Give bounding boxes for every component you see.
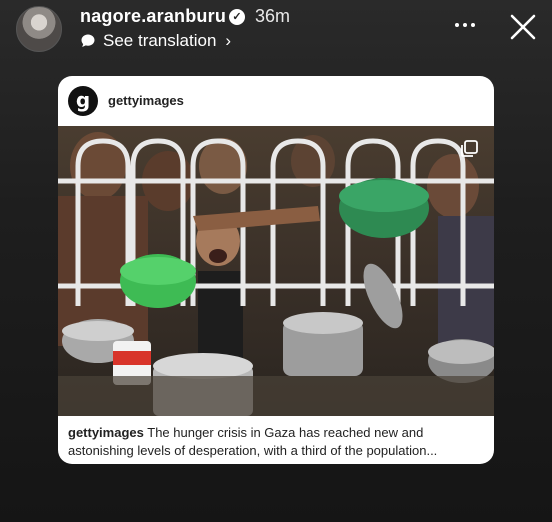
story-username[interactable]: nagore.aranburu <box>80 6 226 27</box>
shared-post-card[interactable]: g gettyimages gettyimages The hunger cri… <box>58 76 494 464</box>
post-account-name[interactable]: gettyimages <box>108 93 184 108</box>
post-photo[interactable] <box>58 126 494 416</box>
post-header: g gettyimages <box>58 76 494 126</box>
verified-badge-icon: ✓ <box>229 9 245 25</box>
avatar[interactable] <box>16 6 62 52</box>
caption-username[interactable]: gettyimages <box>68 425 144 440</box>
see-translation-label: See translation <box>103 31 217 50</box>
story-header: nagore.aranburu ✓ 36m See translation › <box>0 0 552 60</box>
multiple-images-icon <box>461 140 478 157</box>
photo-illustration <box>58 126 494 416</box>
speech-bubble-icon <box>81 34 95 47</box>
see-translation-button[interactable]: See translation › <box>80 30 231 52</box>
chevron-right-icon: › <box>225 31 232 50</box>
gettyimages-logo[interactable]: g <box>68 86 98 116</box>
post-caption[interactable]: gettyimages The hunger crisis in Gaza ha… <box>68 424 488 460</box>
more-options-icon[interactable] <box>455 15 481 35</box>
close-icon[interactable] <box>508 12 538 42</box>
story-timestamp: 36m <box>255 6 291 26</box>
